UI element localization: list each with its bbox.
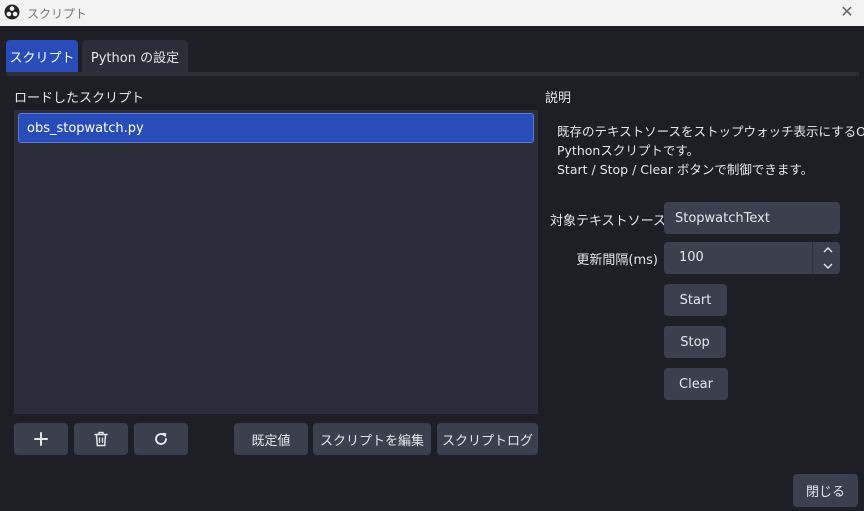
description-text: 既存のテキストソースをストップウォッチ表示にするOBS Pythonスクリプトで… [557, 122, 864, 179]
plus-icon [34, 432, 48, 446]
edit-script-button[interactable]: スクリプトを編集 [313, 423, 431, 455]
decrement-button[interactable] [816, 258, 840, 274]
tab-scripts[interactable]: スクリプト [6, 40, 78, 72]
spin-divider [812, 242, 813, 274]
description-label: 説明 [545, 91, 572, 106]
tab-divider [6, 72, 859, 76]
chevron-down-icon [823, 263, 833, 269]
close-button[interactable]: 閉じる [793, 474, 858, 507]
list-item[interactable]: obs_stopwatch.py [18, 113, 534, 143]
obs-logo-icon [4, 4, 20, 20]
add-script-button[interactable] [14, 423, 68, 455]
interval-spinbox[interactable]: 100 [664, 242, 840, 274]
source-name-input[interactable]: StopwatchText [664, 202, 840, 234]
description-line: Pythonスクリプトです。 [557, 143, 700, 158]
trash-icon [94, 431, 108, 447]
window-title: スクリプト [27, 7, 88, 21]
loaded-scripts-list[interactable]: obs_stopwatch.py [14, 110, 538, 414]
refresh-icon [155, 432, 167, 445]
close-window-icon[interactable]: ✕ [838, 3, 856, 21]
description-line: 既存のテキストソースをストップウォッチ表示にするOBS [557, 124, 864, 139]
interval-value: 100 [679, 250, 704, 265]
description-line: Start / Stop / Clear ボタンで制御できます。 [557, 162, 814, 177]
title-bar: スクリプト ✕ [0, 0, 864, 26]
start-button[interactable]: Start [664, 284, 727, 316]
increment-button[interactable] [816, 242, 840, 258]
remove-script-button[interactable] [74, 423, 128, 455]
defaults-button[interactable]: 既定値 [234, 423, 308, 455]
interval-label: 更新間隔(ms) [576, 253, 658, 268]
loaded-scripts-label: ロードしたスクリプト [14, 91, 145, 106]
source-name-label: 対象テキストソース名 [550, 214, 679, 229]
script-log-button[interactable]: スクリプトログ [437, 423, 538, 455]
stop-button[interactable]: Stop [664, 326, 726, 358]
reload-script-button[interactable] [134, 423, 188, 455]
tab-python-settings[interactable]: Python の設定 [82, 40, 188, 72]
chevron-up-icon [823, 247, 833, 253]
clear-button[interactable]: Clear [664, 368, 728, 400]
